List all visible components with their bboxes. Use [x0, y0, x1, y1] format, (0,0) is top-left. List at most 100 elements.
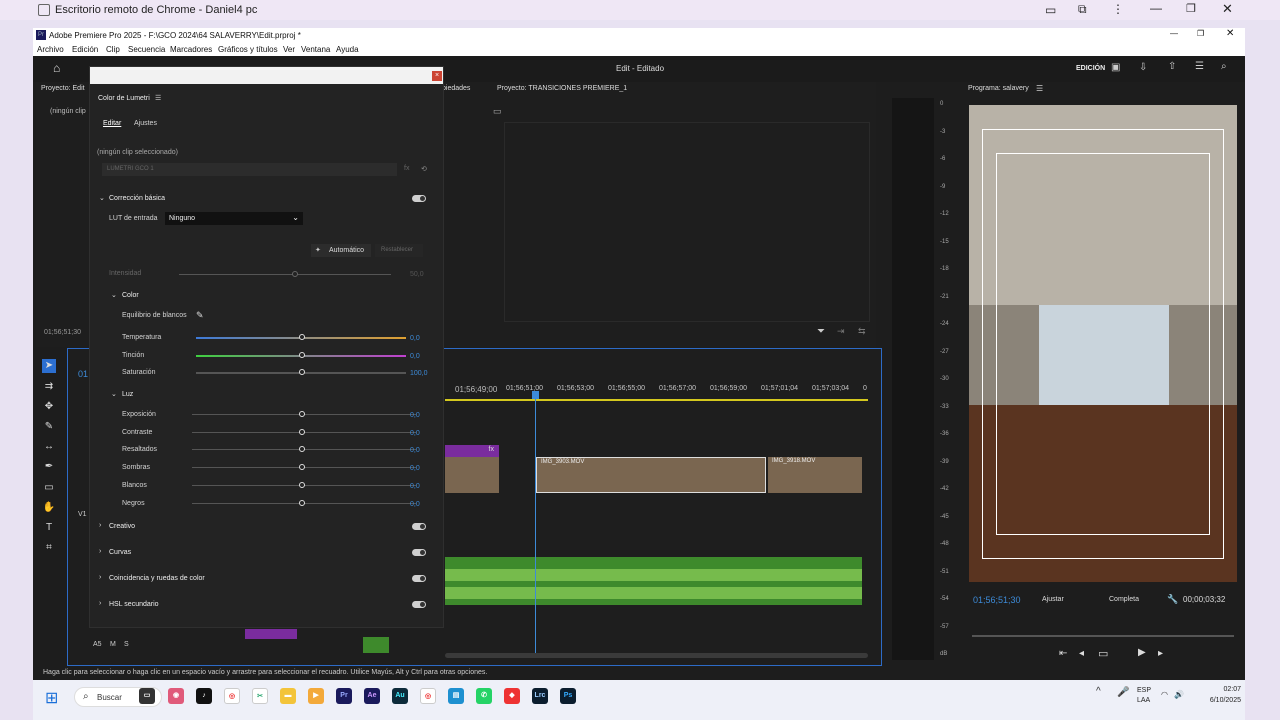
- after-effects-icon[interactable]: Ae: [364, 688, 380, 704]
- clock-time[interactable]: 02:07: [1201, 686, 1241, 693]
- chrome-icon[interactable]: ◎: [224, 688, 240, 704]
- minimize-icon[interactable]: —: [1150, 1, 1162, 15]
- lumetri-close-icon[interactable]: ×: [432, 71, 442, 81]
- task-view-icon[interactable]: ▭: [139, 688, 155, 704]
- program-tab[interactable]: Programa: salavery: [968, 85, 1029, 92]
- premiere-taskbar-icon[interactable]: Pr: [336, 688, 352, 704]
- slider-value[interactable]: 100,0: [410, 370, 428, 377]
- section-toggle[interactable]: [412, 523, 426, 530]
- video-clip-3918[interactable]: IMG_3918.MOV: [768, 457, 862, 493]
- tiktok-icon[interactable]: ♪: [196, 688, 212, 704]
- intensity-knob[interactable]: [292, 271, 298, 277]
- slider-knob[interactable]: [299, 464, 305, 471]
- safe-margins-icon[interactable]: ▭: [1098, 647, 1108, 660]
- filter-icon[interactable]: ⏷: [817, 326, 825, 337]
- auto-button[interactable]: ✦ Automático: [311, 244, 371, 257]
- solo-button[interactable]: S: [124, 641, 129, 648]
- selection-tool-icon[interactable]: ➤: [42, 359, 56, 373]
- basic-correction-toggle[interactable]: [412, 195, 426, 202]
- chevron-right-icon[interactable]: ›: [99, 600, 101, 607]
- mic-icon[interactable]: 🎤: [1117, 687, 1129, 698]
- play-icon[interactable]: ▶: [1138, 647, 1146, 658]
- menu-ventana[interactable]: Ventana: [301, 45, 330, 54]
- whatsapp-icon[interactable]: ✆: [476, 688, 492, 704]
- app4-icon[interactable]: ◆: [504, 688, 520, 704]
- pr-minimize-icon[interactable]: —: [1170, 29, 1178, 38]
- menu-clip[interactable]: Clip: [106, 45, 120, 54]
- snipping-icon[interactable]: ✂: [252, 688, 268, 704]
- slider-value[interactable]: 0,0: [410, 412, 420, 419]
- menu-ver[interactable]: Ver: [283, 45, 295, 54]
- program-scrubber[interactable]: [972, 635, 1234, 637]
- section-toggle[interactable]: [412, 601, 426, 608]
- preset-select[interactable]: LUMETRI GCO 1: [102, 163, 397, 176]
- menu-archivo[interactable]: Archivo: [37, 45, 64, 54]
- intensity-slider[interactable]: [179, 274, 391, 275]
- step-back-icon[interactable]: ◂: [1079, 648, 1084, 659]
- slider-knob[interactable]: [299, 351, 305, 358]
- section-toggle[interactable]: [412, 575, 426, 582]
- share-icon[interactable]: ⇧: [1168, 61, 1176, 72]
- step-forward-icon[interactable]: ▸: [1158, 648, 1163, 659]
- razor-icon[interactable]: ✎: [42, 420, 56, 434]
- playhead-handle[interactable]: [532, 391, 539, 399]
- hand-icon[interactable]: ✋: [42, 501, 56, 515]
- lumetri-menu-icon[interactable]: ☰: [155, 94, 161, 102]
- layout-icon[interactable]: ▭: [493, 106, 502, 117]
- slider-knob[interactable]: [299, 446, 305, 453]
- volume-icon[interactable]: 🔊: [1174, 690, 1184, 699]
- section-toggle[interactable]: [412, 549, 426, 556]
- menu-graficos[interactable]: Gráficos y títulos: [218, 45, 278, 54]
- lightroom-icon[interactable]: Lrc: [532, 688, 548, 704]
- lang-label[interactable]: ESP: [1137, 687, 1151, 694]
- app2-icon[interactable]: ▶: [308, 688, 324, 704]
- lumetri-titlebar[interactable]: [90, 67, 443, 84]
- more-menu-icon[interactable]: ⋮: [1112, 2, 1124, 16]
- workspace-mode[interactable]: EDICIÓN: [1076, 65, 1105, 72]
- audio-clip[interactable]: [445, 557, 862, 605]
- wrench-icon[interactable]: 🔧: [1167, 594, 1178, 605]
- chevron-right-icon[interactable]: ›: [99, 548, 101, 555]
- tab-project-transiciones[interactable]: Proyecto: TRANSICIONES PREMIERE_1: [497, 85, 627, 92]
- slip-icon[interactable]: ↔: [42, 440, 56, 454]
- green-clip[interactable]: [363, 637, 389, 653]
- slider-value[interactable]: 0,0: [410, 465, 420, 472]
- slider-value[interactable]: 0,0: [410, 483, 420, 490]
- chevron-right-icon[interactable]: ›: [99, 574, 101, 581]
- slider-knob[interactable]: [299, 481, 305, 488]
- program-timecode[interactable]: 01;56;51;30: [973, 595, 1021, 605]
- timeline-timecode[interactable]: 01: [78, 369, 88, 379]
- tab-ajustes[interactable]: Ajustes: [134, 120, 157, 127]
- program-menu-icon[interactable]: ☰: [1036, 84, 1043, 93]
- windows-start-icon[interactable]: ⊞: [45, 688, 58, 708]
- clipboard-icon[interactable]: ▭: [1045, 3, 1056, 17]
- chrome-profile-icon[interactable]: ◎: [420, 688, 436, 704]
- restore-icon[interactable]: ❐: [1186, 2, 1196, 15]
- lut-select[interactable]: Ninguno ⌄: [165, 212, 303, 225]
- slider-knob[interactable]: [299, 411, 305, 417]
- chevron-down-icon[interactable]: ⌄: [111, 390, 117, 398]
- close-icon[interactable]: ✕: [1222, 1, 1233, 17]
- ripple-edit-icon[interactable]: ✥: [42, 400, 56, 414]
- clock-date[interactable]: 6/10/2025: [1193, 697, 1241, 704]
- chevron-down-icon[interactable]: ⌄: [111, 291, 117, 299]
- slider-knob[interactable]: [299, 369, 305, 375]
- app3-icon[interactable]: ▤: [448, 688, 464, 704]
- mute-button[interactable]: M: [110, 641, 116, 648]
- reset-button[interactable]: Restablecer: [375, 244, 423, 257]
- photoshop-icon[interactable]: Ps: [560, 688, 576, 704]
- chevron-down-icon[interactable]: ⌄: [99, 194, 105, 202]
- file-explorer-icon[interactable]: ▬: [280, 688, 296, 704]
- menu-marcadores[interactable]: Marcadores: [170, 45, 212, 54]
- intensity-value[interactable]: 50,0: [410, 271, 424, 278]
- video-clip-3903[interactable]: IMG_3903.MOV: [536, 457, 766, 493]
- video-clip[interactable]: [445, 457, 499, 493]
- lang-sub-label[interactable]: LAA: [1137, 697, 1150, 704]
- hamburger-icon[interactable]: ☰: [1195, 61, 1204, 72]
- pen-icon[interactable]: ✒: [42, 460, 56, 474]
- tab-editar[interactable]: Editar: [103, 120, 121, 127]
- quality-select[interactable]: Completa: [1109, 596, 1139, 603]
- slider-value[interactable]: 0,0: [410, 501, 420, 508]
- purple-clip[interactable]: [245, 629, 297, 639]
- tab-project-edit[interactable]: Proyecto: Edit: [41, 85, 85, 92]
